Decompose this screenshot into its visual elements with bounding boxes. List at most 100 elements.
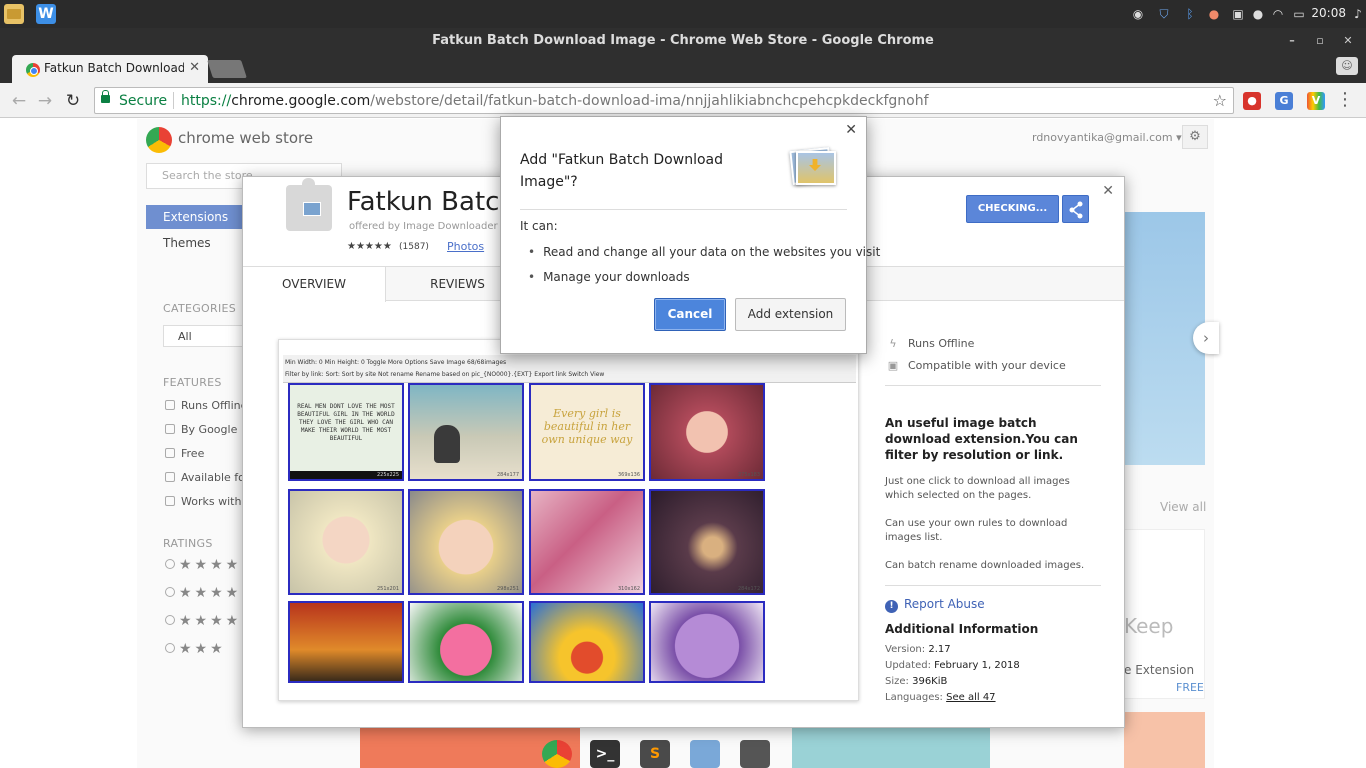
carousel-next-icon[interactable]: › (1193, 322, 1219, 354)
account-email[interactable]: rdnovyantika@gmail.com ▾ (1032, 131, 1182, 144)
screenshot-icon[interactable]: ▣ (1230, 6, 1246, 22)
tab-title: Fatkun Batch Download Image - Chrome Web… (44, 61, 184, 75)
report-abuse-link[interactable]: ! Report Abuse (885, 597, 985, 613)
music-icon[interactable]: ♪ (1350, 6, 1366, 22)
languages-info[interactable]: Languages: See all 47 (885, 692, 996, 703)
thumbnail: 310x162 (529, 489, 645, 595)
feature-checkbox[interactable]: Runs Offline (165, 399, 247, 412)
reload-icon[interactable]: ↻ (62, 90, 84, 112)
window-title: Fatkun Batch Download Image - Chrome Web… (432, 33, 934, 48)
bluetooth-icon[interactable]: ᛒ (1182, 6, 1198, 22)
additional-info-title: Additional Information (885, 622, 1039, 636)
rating-count[interactable]: (1587) (399, 242, 429, 252)
description-paragraph: Just one click to download all images wh… (885, 476, 1070, 501)
profile-icon[interactable]: ☺ (1336, 57, 1358, 75)
folder-dock-icon[interactable] (690, 740, 720, 768)
google-translate-icon[interactable]: G (1275, 92, 1293, 110)
screenshot-controls: Min Width: 0 Min Height: 0 Toggle More O… (283, 355, 856, 383)
video-dock-icon[interactable] (740, 740, 770, 768)
feature-checkbox[interactable]: By Google (165, 423, 237, 436)
browser-tab[interactable]: Fatkun Batch Download Image - Chrome Web… (12, 55, 208, 83)
runs-offline-label: ϟ Runs Offline (885, 337, 974, 350)
categories-heading: CATEGORIES (163, 302, 237, 315)
maximize-icon[interactable]: ▫ (1308, 28, 1332, 53)
thumbnail: Every girl is beautiful in her own uniqu… (529, 383, 645, 481)
updated-info: Updated: February 1, 2018 (885, 660, 1020, 671)
wifi-icon[interactable]: ◠ (1270, 6, 1286, 22)
checking-button[interactable]: CHECKING... (966, 195, 1059, 223)
thumbnail (408, 601, 524, 683)
nav-themes[interactable]: Themes (163, 236, 211, 250)
window-titlebar[interactable]: Fatkun Batch Download Image - Chrome Web… (0, 28, 1366, 53)
tab-close-icon[interactable]: ✕ (189, 60, 200, 75)
rating-filter[interactable]: ★★★★ (165, 613, 241, 629)
user-icon[interactable]: ● (1250, 6, 1266, 22)
keep-tile-name: Keep (1124, 614, 1174, 638)
extension-summary: An useful image batch download extension… (885, 416, 1078, 462)
description-paragraph: Can batch rename downloaded images. (885, 560, 1085, 571)
sublime-dock-icon[interactable]: S (640, 740, 670, 768)
close-window-icon[interactable]: ✕ (1336, 28, 1360, 53)
chrome-menu-icon[interactable]: ⋮ (1336, 90, 1354, 110)
files-icon[interactable] (4, 4, 24, 24)
lock-icon (101, 90, 110, 103)
offered-by[interactable]: offered by Image Downloader (349, 221, 498, 232)
divider (885, 585, 1101, 586)
thumbnail: 298x251 (408, 489, 524, 595)
tab-overview[interactable]: OVERVIEW (243, 267, 386, 302)
cancel-button[interactable]: Cancel (654, 298, 726, 331)
close-icon[interactable]: ✕ (845, 122, 857, 138)
extension-name: Fatkun Batch (347, 187, 516, 217)
store-tile[interactable] (1124, 712, 1205, 768)
url-text[interactable]: https://chrome.google.com/webstore/detai… (181, 93, 929, 109)
minimize-icon[interactable]: – (1280, 28, 1304, 53)
description-paragraph: Can use your own rules to download image… (885, 518, 1068, 543)
rating-filter[interactable]: ★★★★ (165, 557, 241, 573)
thumbnail: REAL MEN DONT LOVE THE MOST BEAUTIFUL GI… (288, 383, 404, 481)
back-icon[interactable]: ← (8, 90, 30, 112)
web-store-favicon-icon (26, 63, 40, 77)
extension-screenshot[interactable]: Min Width: 0 Min Height: 0 Toggle More O… (278, 339, 859, 701)
rating-filter[interactable]: ★★★★ (165, 585, 241, 601)
thumbnail: 275x183 (649, 383, 765, 481)
thumbnail: 284x177 (408, 383, 524, 481)
permissions-heading: It can: (520, 219, 558, 233)
ratings-heading: RATINGS (163, 537, 213, 550)
extension-colorful-icon[interactable]: V (1307, 92, 1325, 110)
terminal-dock-icon[interactable]: >_ (590, 740, 620, 768)
new-tab-button[interactable] (207, 60, 247, 78)
os-top-panel: W ◉ ⛉ ᛒ ● ▣ ● ◠ ▭ 20:08 ♪ (0, 0, 1366, 28)
forward-icon[interactable]: → (34, 90, 56, 112)
store-title[interactable]: chrome web store (178, 129, 313, 147)
feature-checkbox[interactable]: Free (165, 447, 204, 460)
battery-icon[interactable]: ▭ (1291, 6, 1307, 22)
extension-red-icon[interactable]: ● (1243, 92, 1261, 110)
chrome-web-store-logo-icon[interactable] (146, 127, 172, 153)
photos-link[interactable]: Photos (447, 240, 484, 253)
url-separator (173, 92, 174, 109)
settings-gear-icon[interactable]: ⚙ (1182, 125, 1208, 149)
add-extension-button[interactable]: Add extension (735, 298, 846, 331)
add-extension-dialog: ✕ Add "Fatkun Batch Download Image"? It … (500, 116, 880, 354)
vpn-shield-icon[interactable]: ⛉ (1156, 6, 1172, 22)
share-icon[interactable] (1062, 195, 1089, 223)
bookmark-star-icon[interactable]: ☆ (1213, 91, 1227, 110)
features-heading: FEATURES (163, 376, 222, 389)
alert-icon: ! (885, 600, 898, 613)
notifications-icon[interactable]: ● (1206, 6, 1222, 22)
divider (885, 385, 1101, 386)
wps-writer-icon[interactable]: W (36, 4, 56, 24)
app-dock: >_ S (540, 736, 778, 768)
version-info: Version: 2.17 (885, 644, 951, 655)
view-all-link[interactable]: View all (1160, 500, 1206, 514)
clock[interactable]: 20:08 (1311, 6, 1346, 20)
address-bar[interactable]: Secure https://chrome.google.com/webstor… (94, 87, 1234, 114)
chrome-dock-icon[interactable] (542, 740, 572, 768)
keep-tile-label: e Extension (1124, 663, 1195, 677)
permission-item: Manage your downloads (528, 270, 690, 284)
thumbnail: 284x172 (649, 489, 765, 595)
steam-icon[interactable]: ◉ (1130, 6, 1146, 22)
close-icon[interactable]: ✕ (1102, 183, 1114, 199)
extension-image-icon (789, 145, 837, 189)
rating-filter[interactable]: ★★★ (165, 641, 226, 657)
